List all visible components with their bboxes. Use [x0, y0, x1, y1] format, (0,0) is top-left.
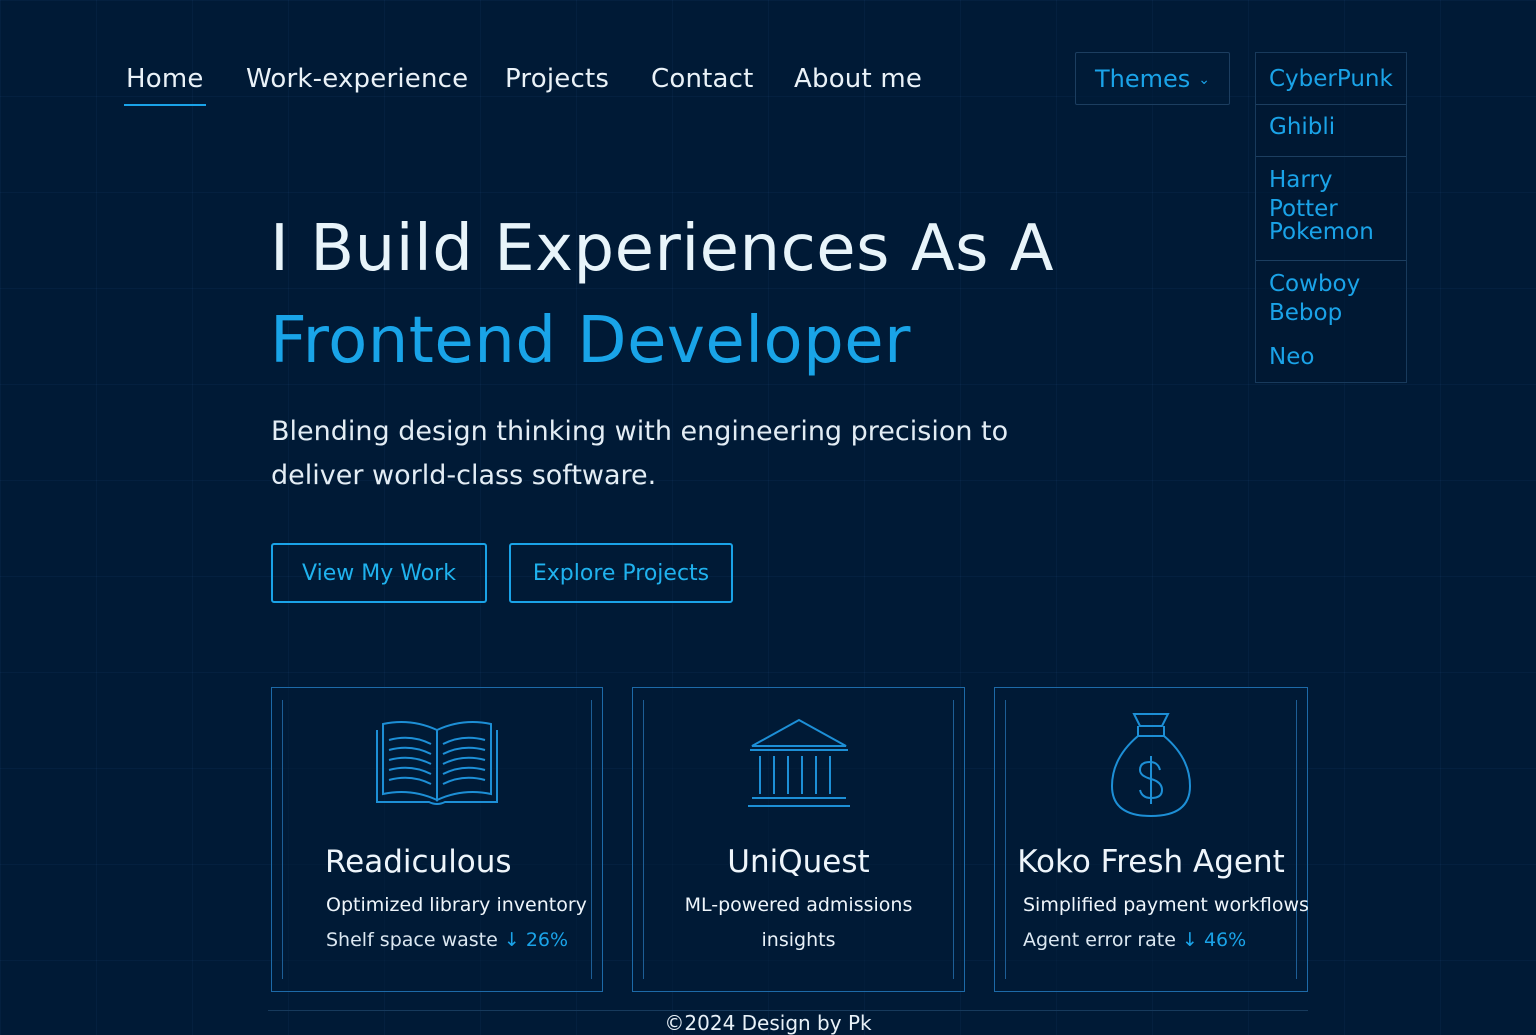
card-description: Simplified payment workflows — [1023, 894, 1309, 916]
nav-work-experience[interactable]: Work-experience — [246, 64, 468, 94]
metric-label: Agent error rate — [1023, 929, 1176, 951]
theme-option-neo[interactable]: Neo — [1269, 343, 1314, 372]
nav-home[interactable]: Home — [124, 64, 206, 106]
card-description: ML-powered admissions — [684, 894, 913, 916]
card-title: Koko Fresh Agent — [1017, 844, 1285, 880]
metric-label: Shelf space waste — [326, 929, 498, 951]
project-card-readiculous[interactable]: Readiculous Optimized library inventory … — [271, 687, 603, 992]
project-card-koko-fresh-agent[interactable]: Koko Fresh Agent Simplified payment work… — [994, 687, 1309, 992]
card-metric: insights — [633, 929, 964, 951]
theme-option-ghibli[interactable]: Ghibli — [1269, 113, 1335, 142]
nav-contact[interactable]: Contact — [651, 64, 754, 94]
theme-option-pokemon[interactable]: Pokemon — [1269, 218, 1374, 247]
metric-label: insights — [761, 929, 836, 951]
theme-option-harry-potter[interactable]: Harry Potter — [1269, 166, 1406, 224]
hero-title-highlight: Frontend Developer — [270, 304, 911, 378]
metric-value: 26% — [525, 929, 569, 951]
card-title: UniQuest — [727, 844, 870, 880]
card-title: Readiculous — [325, 844, 512, 880]
hero-subtitle: Blending design thinking with engineerin… — [271, 416, 1009, 491]
card-metric: Shelf space waste ↓ 26% — [326, 929, 656, 951]
arrow-down-icon: ↓ — [1181, 929, 1198, 951]
explore-projects-button[interactable]: Explore Projects — [509, 543, 733, 603]
chevron-down-icon: ⌄ — [1198, 71, 1211, 88]
footer-credit: ©2024 Design by Pk — [664, 1011, 872, 1035]
themes-dropdown-button[interactable]: Themes ⌄ — [1075, 52, 1230, 105]
money-bag-icon — [1110, 713, 1192, 818]
project-card-uniquest[interactable]: UniQuest ML-powered admissions insights — [632, 687, 965, 992]
book-icon — [376, 721, 498, 805]
card-description: Optimized library inventory — [326, 894, 587, 916]
theme-option-cyberpunk[interactable]: CyberPunk — [1269, 65, 1393, 94]
menu-divider — [1256, 156, 1406, 157]
themes-label: Themes — [1094, 64, 1191, 93]
card-metric: Agent error rate ↓ 46% — [1023, 929, 1335, 951]
theme-option-cowboy-bebop[interactable]: Cowboy Bebop — [1269, 270, 1389, 328]
menu-divider — [1256, 104, 1406, 105]
view-my-work-button[interactable]: View My Work — [271, 543, 487, 603]
nav-projects[interactable]: Projects — [505, 64, 609, 94]
arrow-down-icon: ↓ — [503, 929, 520, 951]
themes-menu: CyberPunk Ghibli Harry Potter Pokemon Co… — [1255, 52, 1407, 383]
metric-value: 46% — [1203, 929, 1247, 951]
bank-icon — [747, 718, 850, 807]
nav-about-me[interactable]: About me — [794, 64, 922, 94]
menu-divider — [1256, 260, 1406, 261]
hero-title: I Build Experiences As A — [270, 212, 1055, 286]
